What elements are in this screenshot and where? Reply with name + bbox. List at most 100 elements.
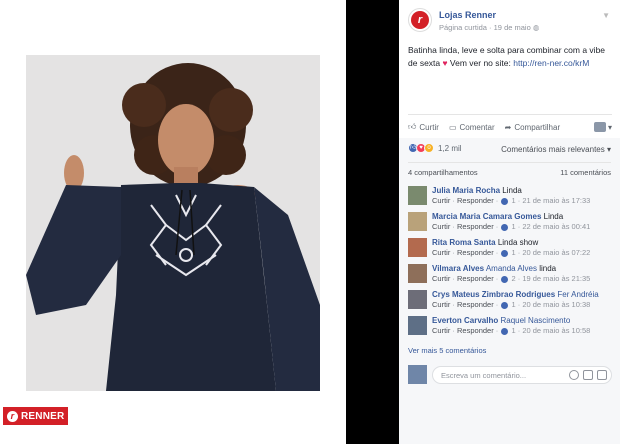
comment-like-count: 1 [511, 248, 516, 257]
avatar[interactable] [408, 186, 427, 205]
renner-logo: r RENNER [3, 407, 68, 425]
comment-item: Rita Roma Santa Linda show Curtir · Respo… [408, 236, 612, 262]
comment-reply-link[interactable]: Responder [457, 300, 494, 309]
page-avatar[interactable]: r [408, 8, 432, 32]
comment-like-count: 1 [511, 196, 516, 205]
comment-tag[interactable]: Raquel Nascimento [500, 316, 570, 325]
reaction-count: 1,2 mil [438, 143, 462, 153]
like-reaction-icon [501, 301, 509, 309]
comment-author[interactable]: Everton Carvalho [432, 316, 498, 325]
like-button[interactable]: 👍︎ Curtir [408, 122, 439, 132]
comment-reply-link[interactable]: Responder [457, 248, 494, 257]
comment-sort-dropdown[interactable]: Comentários mais relevantes ▾ [501, 145, 611, 154]
comment-button[interactable]: ▭ Comentar [449, 123, 495, 132]
post-link[interactable]: http://ren-ner.co/krM [513, 58, 589, 68]
emoji-icon[interactable] [569, 370, 579, 380]
avatar[interactable] [408, 290, 427, 309]
lightbox-backdrop [346, 0, 399, 444]
comment-time[interactable]: 22 de maio às 00:41 [522, 222, 590, 231]
chevron-down-icon[interactable]: ▼ [602, 11, 610, 20]
comment-item: Crys Mateus Zimbrao Rodrigues Fer Andréi… [408, 288, 612, 314]
avatar[interactable] [408, 264, 427, 283]
comment-like-link[interactable]: Curtir [432, 326, 450, 335]
comment-text: Linda [543, 212, 564, 221]
comment-author[interactable]: Crys Mateus Zimbrao Rodrigues [432, 290, 555, 299]
comment-time[interactable]: 20 de maio às 10:58 [522, 326, 590, 335]
comment-like-count: 2 [511, 274, 516, 283]
comment-like-link[interactable]: Curtir [432, 300, 450, 309]
comment-actions: Curtir · Responder · 2 · 19 de maio às 2… [432, 274, 591, 283]
comment-body: Everton Carvalho Raquel Nascimento Curtir… [432, 316, 590, 336]
comment-time[interactable]: 21 de maio às 17:33 [522, 196, 590, 205]
divider [408, 162, 611, 163]
sticker-icon[interactable] [597, 370, 607, 380]
comment-reply-link[interactable]: Responder [457, 222, 494, 231]
comment-reply-link[interactable]: Responder [457, 274, 494, 283]
comment-actions: Curtir · Responder · 1 · 22 de maio às 0… [432, 222, 591, 231]
comment-like-link[interactable]: Curtir [432, 222, 450, 231]
comment-author[interactable]: Marcia Maria Camara Gomes [432, 212, 541, 221]
engagement-counts: 4 compartilhamentos 11 comentários [408, 168, 611, 177]
comment-actions: Curtir · Responder · 1 · 20 de maio às 1… [432, 326, 591, 335]
comment-input[interactable]: Escreva um comentário... [432, 366, 612, 384]
share-arrow-icon: ➦ [504, 122, 512, 132]
post-date[interactable]: 19 de maio [494, 23, 531, 32]
globe-icon: ◍ [532, 23, 540, 32]
comment-body: Vilmara Alves Amanda Alves linda Curtir ·… [432, 264, 590, 284]
post-text: Batinha linda, leve e solta para combina… [408, 44, 608, 70]
post-meta: Página curtida · 19 de maio ◍ [439, 23, 540, 32]
like-reaction-icon [501, 249, 509, 257]
comment-item: Everton Carvalho Raquel Nascimento Curtir… [408, 314, 612, 340]
reactions-and-comments: 👍︎ ♥ o 1,2 mil Comentários mais relevant… [399, 138, 620, 444]
comment-reply-link[interactable]: Responder [457, 326, 494, 335]
photo-panel: r RENNER [0, 0, 346, 444]
comment-like-link[interactable]: Curtir [432, 248, 450, 257]
comment-author[interactable]: Rita Roma Santa [432, 238, 496, 247]
comment-reply-link[interactable]: Responder [457, 196, 494, 205]
comment-time[interactable]: 20 de maio às 07:22 [522, 248, 590, 257]
product-photo[interactable] [26, 55, 320, 391]
avatar[interactable] [408, 316, 427, 335]
divider [408, 114, 612, 115]
comment-actions: Curtir · Responder · 1 · 20 de maio às 0… [432, 248, 591, 257]
comment-body: Crys Mateus Zimbrao Rodrigues Fer Andréi… [432, 290, 599, 310]
comment-like-link[interactable]: Curtir [432, 196, 450, 205]
like-reaction-icon [501, 223, 509, 231]
camera-icon[interactable] [583, 370, 593, 380]
comment-author[interactable]: Julia Maria Rocha [432, 186, 500, 195]
comment-like-count: 1 [511, 326, 516, 335]
avatar[interactable] [408, 238, 427, 257]
comment-actions: Curtir · Responder · 1 · 20 de maio às 1… [432, 300, 591, 309]
reaction-summary[interactable]: 👍︎ ♥ o 1,2 mil [408, 143, 462, 153]
like-reaction-icon [501, 197, 509, 205]
comment-actions: Curtir · Responder · 1 · 21 de maio às 1… [432, 196, 591, 205]
comment-time[interactable]: 19 de maio às 21:35 [522, 274, 590, 283]
comment-time[interactable]: 20 de maio às 10:38 [522, 300, 590, 309]
comment-item: Marcia Maria Camara Gomes Linda Curtir · … [408, 210, 612, 236]
like-reaction-icon [501, 275, 509, 283]
post-header: r Lojas Renner Página curtida · 19 de ma… [408, 7, 612, 35]
page-name[interactable]: Lojas Renner [439, 10, 496, 20]
comment-author[interactable]: Vilmara Alves [432, 264, 484, 273]
comment-body: Marcia Maria Camara Gomes Linda Curtir · … [432, 212, 590, 232]
avatar[interactable] [408, 212, 427, 231]
comment-icon: ▭ [448, 122, 457, 132]
post-visibility: Página curtida [439, 23, 487, 32]
comment-body: Julia Maria Rocha Linda Curtir · Responde… [432, 186, 590, 206]
comment-text: Linda [502, 186, 522, 195]
comment-tag[interactable]: Amanda Alves [486, 264, 537, 273]
comment-text: linda [539, 264, 557, 273]
caret-down-icon: ▾ [606, 145, 611, 154]
renner-r-icon: r [7, 410, 18, 422]
caret-down-icon: ▾ [607, 122, 612, 132]
view-more-comments-link[interactable]: Ver mais 5 comentários [408, 346, 486, 355]
comments-count[interactable]: 11 comentários [560, 168, 611, 177]
comment-list: Julia Maria Rocha Linda Curtir · Responde… [408, 184, 612, 340]
comment-like-link[interactable]: Curtir [432, 274, 450, 283]
share-button[interactable]: ➦ Compartilhar [505, 123, 561, 132]
comment-text: Linda show [497, 238, 539, 247]
avatar [408, 365, 427, 384]
comment-tag[interactable]: Fer Andréia [557, 290, 598, 299]
post-as-selector[interactable]: ▾ [593, 122, 612, 132]
shares-count[interactable]: 4 compartilhamentos [408, 168, 478, 177]
